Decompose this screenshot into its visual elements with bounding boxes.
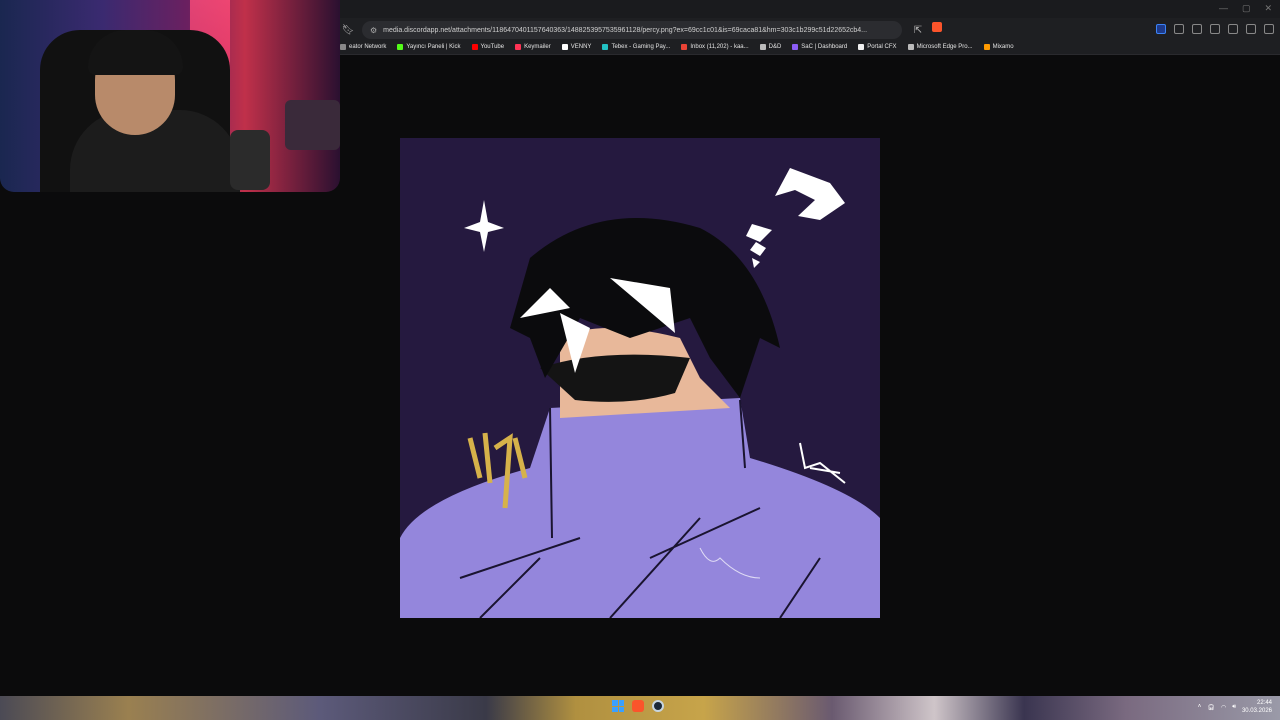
bookmark-favicon-icon [515, 44, 522, 50]
wallet-icon[interactable] [1246, 24, 1256, 34]
bookmark-favicon-icon [471, 44, 478, 50]
system-tray: ˄ 🎧︎ ◠ 🔊︎ 22:44 30.03.2026 [1198, 699, 1272, 715]
bookmark-label: Tebex - Gaming Pay... [611, 44, 671, 50]
extension-toolbar [1156, 24, 1274, 34]
signature-shape [799, 442, 846, 484]
bookmark-favicon-icon [907, 44, 914, 50]
bookmark-favicon-icon [340, 44, 346, 50]
bookmark-item[interactable]: Microsoft Edge Pro... [907, 44, 973, 50]
bookmark-label: eator Network [349, 44, 387, 50]
bookmark-label: Yayıncı Paneli | Kick [406, 44, 461, 50]
headset-icon[interactable]: 🎧︎ [1207, 704, 1215, 711]
wifi-icon[interactable]: ◠ [1221, 704, 1226, 711]
bookmark-favicon-icon [759, 44, 766, 50]
close-icon[interactable]: ✕ [1264, 3, 1272, 14]
bookmark-label: VENNY [570, 44, 592, 50]
bookmark-favicon-icon [858, 44, 865, 50]
taskbar: ˄ 🎧︎ ◠ 🔊︎ 22:44 30.03.2026 [0, 696, 1280, 720]
volume-icon[interactable]: 🔊︎ [1232, 704, 1236, 711]
bookmark-item[interactable]: Yayıncı Paneli | Kick [397, 44, 461, 50]
bookmark-item[interactable]: VENNY [561, 44, 592, 50]
bookmark-favicon-icon [602, 44, 609, 50]
clock-date: 30.03.2026 [1241, 708, 1272, 714]
taskbar-apps [612, 700, 664, 712]
bookmark-favicon-icon [983, 44, 990, 50]
puzzle-icon[interactable] [1174, 24, 1184, 34]
bookmark-item[interactable]: Portal CFX [858, 44, 897, 50]
artwork-drawing [400, 168, 880, 618]
bookmark-item[interactable]: Tebex - Gaming Pay... [602, 44, 670, 50]
site-settings-icon[interactable]: ⚙︎ [370, 26, 377, 35]
clock[interactable]: 22:44 30.03.2026 [1242, 699, 1272, 715]
url-text: media.discordapp.net/attachments/1186470… [383, 26, 868, 34]
sidebar-icon[interactable] [1228, 24, 1238, 34]
bookmark-label: Portal CFX [867, 44, 897, 50]
maximize-icon[interactable]: ▢ [1242, 3, 1251, 14]
window-controls: — ▢ ✕ [1219, 3, 1272, 14]
steam-icon[interactable] [652, 700, 664, 712]
desk-gear [285, 100, 340, 150]
menu-icon[interactable] [1264, 24, 1274, 34]
url-field[interactable]: ⚙︎ media.discordapp.net/attachments/1186… [362, 21, 902, 39]
percy-artwork-image [400, 138, 880, 618]
question-mark-icon [775, 168, 845, 220]
extension-icon[interactable] [1156, 24, 1166, 34]
bookmark-item[interactable]: SaC | Dashboard [792, 44, 847, 50]
bookmark-label: Inbox (11,202) - kaa... [690, 44, 749, 50]
brave-browser-icon[interactable] [632, 700, 644, 712]
webcam-overlay [0, 0, 340, 192]
bookmark-label: Keymailer [524, 44, 551, 50]
bookmark-favicon-icon [681, 44, 688, 50]
share-icon[interactable]: ⇱ [910, 22, 926, 38]
windows-start-icon[interactable] [612, 700, 624, 712]
bookmark-label: SaC | Dashboard [801, 44, 848, 50]
bookmark-item[interactable]: YouTube [471, 44, 505, 50]
bookmark-label: YouTube [480, 44, 505, 50]
chevron-up-icon[interactable]: ˄ [1198, 704, 1202, 710]
address-bar: 🔖︎ ⚙︎ media.discordapp.net/attachments/1… [340, 20, 1280, 40]
music-icon[interactable] [1210, 24, 1220, 34]
sparkle-icon [464, 200, 504, 252]
bookmark-favicon-icon [561, 44, 568, 50]
clock-time: 22:44 [1256, 700, 1272, 706]
bookmark-label: D&D [768, 44, 782, 50]
bookmark-item[interactable]: Mixamo [983, 44, 1014, 50]
bookmark-label: Microsoft Edge Pro... [916, 44, 973, 50]
minimize-icon[interactable]: — [1219, 3, 1228, 14]
screenshot-icon[interactable] [1192, 24, 1202, 34]
bookmark-item[interactable]: Inbox (11,202) - kaa... [681, 44, 749, 50]
bookmark-item[interactable]: D&D [759, 44, 782, 50]
bookmark-item[interactable]: Keymailer [515, 44, 551, 50]
bookmark-favicon-icon [792, 44, 799, 50]
bookmark-item[interactable]: eator Network [340, 44, 386, 50]
url-actions: ⇱ [910, 22, 942, 38]
brave-shield-icon[interactable] [932, 22, 942, 32]
bookmark-favicon-icon [397, 44, 404, 50]
microphone [230, 130, 270, 190]
bookmark-icon[interactable]: 🔖︎ [340, 22, 356, 38]
bookmark-label: Mixamo [992, 44, 1014, 50]
